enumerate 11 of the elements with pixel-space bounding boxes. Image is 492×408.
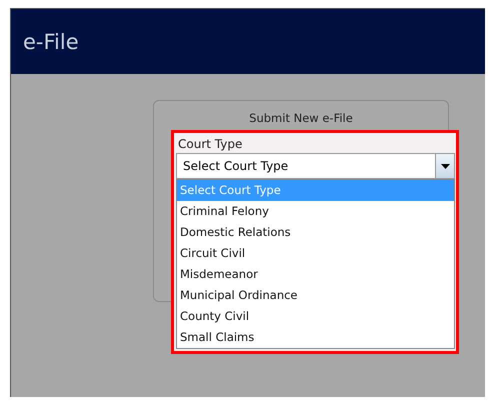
dropdown-option[interactable]: Small Claims	[177, 327, 454, 348]
dropdown-option[interactable]: County Civil	[177, 306, 454, 327]
dropdown-option[interactable]: Municipal Ordinance	[177, 285, 454, 306]
dropdown-option[interactable]: Criminal Felony	[177, 201, 454, 222]
field-label: Court Type	[177, 136, 244, 153]
page-title: e-File	[23, 30, 79, 54]
card-title: Submit New e-File	[248, 111, 354, 125]
dropdown-option[interactable]: Misdemeanor	[177, 264, 454, 285]
dropdown-option[interactable]: Circuit Civil	[177, 243, 454, 264]
court-type-dropdown[interactable]: Select Court Type	[176, 153, 455, 179]
dropdown-option[interactable]: Domestic Relations	[177, 222, 454, 243]
